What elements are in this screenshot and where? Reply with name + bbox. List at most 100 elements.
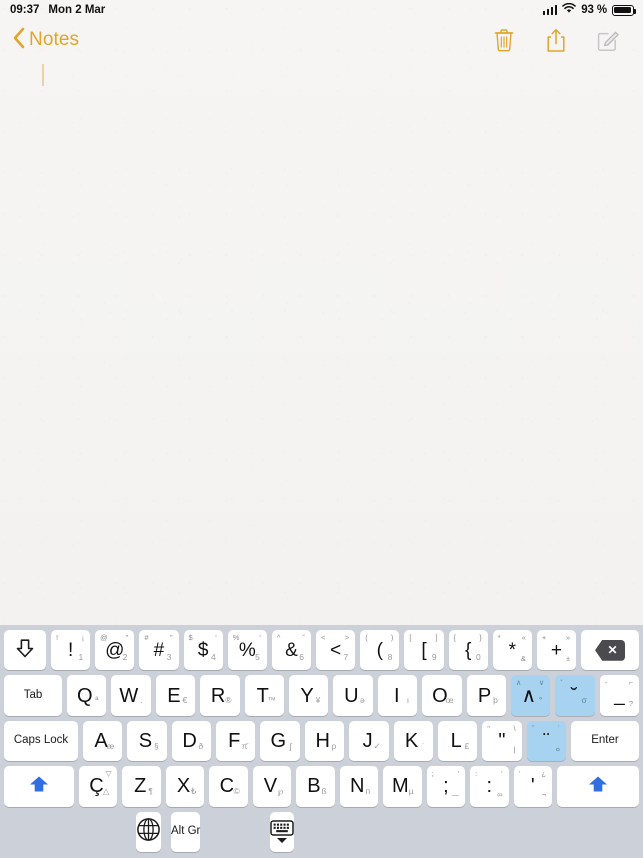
keyboard-spacer-left xyxy=(4,812,131,852)
v-key[interactable]: V ℘ xyxy=(252,766,292,807)
k-key[interactable]: K ˙ xyxy=(393,720,433,762)
share-icon[interactable] xyxy=(543,26,569,54)
diaeresis-key[interactable]: ˝ ´ ¨ ¤ xyxy=(526,720,566,762)
key-alt-top-right: ¿ xyxy=(541,769,546,779)
m-key[interactable]: Mµ xyxy=(383,766,422,807)
key-label: % xyxy=(238,639,256,661)
q-key[interactable]: Qª xyxy=(67,675,107,716)
key-alt-bottom: 4 xyxy=(210,651,216,662)
globe-key[interactable] xyxy=(136,811,161,853)
semicolon-key[interactable]: ; '; — xyxy=(426,766,466,807)
f-key[interactable]: Fπ̄ xyxy=(216,720,256,762)
note-body-area[interactable] xyxy=(0,0,643,625)
tab-down-key[interactable] xyxy=(4,630,46,671)
key-alt-bottom: 5 xyxy=(255,651,260,662)
key-alt-bottom-right: | xyxy=(513,744,516,754)
tab-down-icon xyxy=(14,638,36,663)
hash-key[interactable]: # " #3 xyxy=(139,630,179,671)
p-key[interactable]: Pþ xyxy=(466,675,506,716)
plus-key[interactable]: +» + ± xyxy=(536,630,577,671)
ampersand-key[interactable]: ^ ˘ & 6 xyxy=(271,630,312,671)
shift-left-key[interactable] xyxy=(4,766,74,807)
key-label: @ xyxy=(105,639,125,661)
key-alt-top-right: ] xyxy=(435,633,438,642)
key-label: ! xyxy=(67,639,74,661)
key-alt-bottom: ˙ xyxy=(422,740,425,751)
key-alt-bottom: . xyxy=(140,695,143,706)
brace-open-key[interactable]: {} {0 xyxy=(448,630,488,671)
keyboard-row-qwerty: Tab Qª W. E € R ® T ™ Y ¥ Uə Iı Oœ Pþ ∧ ∨ ∧ ° ˘ ˘ σ - ⌐ _? xyxy=(4,675,640,716)
less-than-key[interactable]: < > <7 xyxy=(316,630,356,671)
enter-key[interactable]: Enter xyxy=(570,720,639,762)
key-alt-bottom: ™ xyxy=(267,695,276,706)
at-key[interactable]: @ " @2 xyxy=(95,630,135,671)
asterisk-key[interactable]: * «* & xyxy=(492,630,532,671)
s-key[interactable]: S § xyxy=(127,720,167,762)
key-label: Caps Lock xyxy=(13,734,69,747)
u-key[interactable]: Uə xyxy=(333,675,373,716)
c-cedilla-key[interactable]: ▽ Ç △ xyxy=(79,766,118,807)
key-alt-bottom: 2 xyxy=(122,651,128,662)
key-label: P xyxy=(477,684,492,707)
key-alt-bottom: œ xyxy=(445,695,454,706)
key-label: Alt Gr xyxy=(171,825,201,838)
key-alt-bottom-right: & xyxy=(520,653,526,663)
key-alt-bottom: ® xyxy=(225,695,232,706)
bracket-open-key[interactable]: [] [9 xyxy=(404,630,444,671)
t-key[interactable]: T ™ xyxy=(244,675,284,716)
n-key[interactable]: Nп xyxy=(339,766,379,807)
compose-icon[interactable] xyxy=(595,26,621,54)
key-alt-bottom: 3 xyxy=(166,651,172,662)
chevron-left-icon xyxy=(12,27,25,54)
cellular-signal-icon xyxy=(542,5,558,15)
underscore-key[interactable]: - ⌐ _? xyxy=(599,675,640,716)
key-alt-bottom: ρ xyxy=(331,740,337,751)
back-to-notes-button[interactable]: Notes xyxy=(12,27,79,54)
key-alt-top-right: ) xyxy=(390,633,394,642)
breve-key[interactable]: ˘ ˘ σ xyxy=(555,675,595,716)
d-key[interactable]: Dð xyxy=(171,720,212,762)
shift-right-key[interactable] xyxy=(556,766,639,807)
key-alt-top-left: " xyxy=(487,723,490,733)
j-key[interactable]: J ✓ xyxy=(349,720,389,762)
key-alt-bottom: § xyxy=(153,740,159,751)
apostrophe-key[interactable]: ' ¿ ' ¬ xyxy=(513,766,552,807)
key-label: A xyxy=(94,730,108,753)
w-key[interactable]: W. xyxy=(111,675,151,716)
quote-key[interactable]: " \ " | xyxy=(482,720,522,762)
colon-key[interactable]: : ': ∞ xyxy=(470,766,509,807)
h-key[interactable]: Hρ xyxy=(304,720,345,762)
key-label: ; xyxy=(443,775,449,798)
z-key[interactable]: Z ¶ xyxy=(122,766,161,807)
key-alt-bottom: ° xyxy=(538,695,543,706)
r-key[interactable]: R ® xyxy=(200,675,240,716)
dismiss-keyboard-icon xyxy=(270,820,295,844)
alt-gr-key[interactable]: Alt Gr xyxy=(171,811,201,853)
l-key[interactable]: L £ xyxy=(437,720,478,762)
b-key[interactable]: Bß xyxy=(296,766,335,807)
y-key[interactable]: Y ¥ xyxy=(288,675,329,716)
g-key[interactable]: G ∫ xyxy=(260,720,300,762)
dismiss-keyboard-key[interactable] xyxy=(270,811,295,853)
key-label: Y xyxy=(300,684,314,707)
key-label: E xyxy=(167,684,181,707)
e-key[interactable]: E € xyxy=(155,675,196,716)
backspace-key[interactable]: ✕ xyxy=(581,630,640,671)
trash-icon[interactable] xyxy=(491,26,517,54)
x-key[interactable]: X ₺ xyxy=(165,766,205,807)
circumflex-key[interactable]: ∧ ∨ ∧ ° xyxy=(510,675,551,716)
key-alt-bottom-right: ? xyxy=(628,699,634,709)
dollar-key[interactable]: $ ' $4 xyxy=(183,630,223,671)
paren-open-key[interactable]: () (8 xyxy=(360,630,400,671)
c-key[interactable]: C © xyxy=(209,766,248,807)
key-alt-bottom: € xyxy=(182,695,188,706)
a-key[interactable]: Aæ xyxy=(83,720,123,762)
tab-key[interactable]: Tab xyxy=(4,675,62,716)
o-key[interactable]: Oœ xyxy=(422,675,462,716)
exclamation-key[interactable]: ! ¡! 1 xyxy=(51,630,91,671)
percent-key[interactable]: % '% 5 xyxy=(227,630,267,671)
i-key[interactable]: Iı xyxy=(377,675,418,716)
caps-lock-key[interactable]: Caps Lock xyxy=(4,720,78,762)
on-screen-keyboard[interactable]: ! ¡! 1 @ " @2 # " #3 $ ' $4% '% 5 ^ ˘ & 6 < > <7()(8[][9{}{0… xyxy=(0,625,643,858)
keyboard-spacer-right xyxy=(205,812,265,852)
